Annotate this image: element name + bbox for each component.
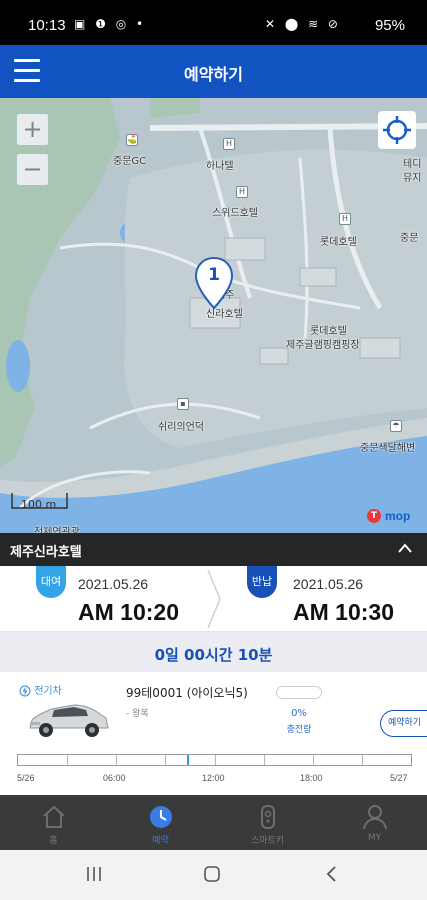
back-icon[interactable] bbox=[322, 864, 342, 884]
duration-bar: 0일 00시간 10분 bbox=[0, 632, 427, 672]
timeline-tick-label: 06:00 bbox=[103, 773, 126, 783]
car-image bbox=[29, 704, 109, 737]
map-label-jungmun: 중문 bbox=[400, 233, 419, 244]
timeline-tick bbox=[264, 755, 265, 765]
beach-poi-icon: ☂ bbox=[390, 420, 402, 432]
notification-icons: ▣ ❶ ◎ • bbox=[74, 17, 147, 31]
timeline-tick bbox=[313, 755, 314, 765]
return-time[interactable]: AM 10:30 bbox=[293, 599, 394, 626]
timeline-tick bbox=[116, 755, 117, 765]
locate-me-button[interactable] bbox=[378, 111, 416, 149]
map-label-tedi-museum: 뮤지 bbox=[403, 173, 422, 184]
map-label-golf: 중문GC bbox=[113, 156, 147, 167]
reserve-button[interactable]: 예약하기 bbox=[380, 710, 427, 737]
reservation-times: 대여 2021.05.26 AM 10:20 반납 2021.05.26 AM … bbox=[0, 566, 427, 632]
hotel-poi-icon: H bbox=[236, 186, 248, 198]
map-label-hanatel: 하나텔 bbox=[206, 161, 234, 172]
nav-reservation[interactable]: 예약 bbox=[107, 795, 214, 850]
lightning-icon bbox=[19, 685, 31, 697]
map-label-lotte-resort: 롯데호텔 bbox=[310, 326, 347, 337]
rental-duration: 0일 00시간 10분 bbox=[154, 646, 273, 664]
status-time: 10:13 bbox=[28, 17, 66, 34]
charge-label: 충전량 bbox=[286, 725, 312, 735]
place-bar[interactable]: 제주신라호텔 bbox=[0, 533, 427, 566]
crosshair-icon bbox=[383, 116, 411, 144]
timeline-tick-label: 18:00 bbox=[300, 773, 323, 783]
timeline-current-marker bbox=[187, 755, 189, 765]
hotel-poi-icon: H bbox=[339, 213, 351, 225]
status-bar: 10:13 ▣ ❶ ◎ • ✕ ⬤ ≋ ⊘ 95% bbox=[0, 0, 427, 45]
rent-badge: 대여 bbox=[36, 566, 66, 598]
rent-date: 2021.05.26 bbox=[78, 576, 149, 592]
landmark-poi-icon: ▪ bbox=[177, 398, 189, 410]
golf-poi-icon: ⛳ bbox=[126, 134, 138, 146]
chevron-right-icon bbox=[207, 569, 221, 629]
time-slot-bar[interactable] bbox=[17, 754, 412, 766]
home-icon bbox=[43, 805, 65, 828]
system-nav-bar bbox=[0, 850, 427, 900]
map-label-swiss: 스위드호텔 bbox=[212, 208, 258, 219]
map-label-glamping: 제주글램핑캠핑장 bbox=[286, 340, 360, 351]
nav-home-label: 홈 bbox=[49, 836, 58, 846]
battery-level: 95% bbox=[374, 17, 405, 34]
map-label-theater: 쉬리의언덕 bbox=[158, 422, 204, 433]
charge-percent: 0% bbox=[291, 708, 307, 719]
home-button-icon[interactable] bbox=[202, 864, 222, 884]
hotel-poi-icon: H bbox=[223, 138, 235, 150]
bottom-nav: 홈 예약 스마트키 MY bbox=[0, 795, 427, 850]
map-label-beach: 중문색달해변 bbox=[360, 443, 416, 454]
system-icons: ✕ ⬤ ≋ ⊘ bbox=[264, 17, 341, 31]
tmap-logo-icon: T bbox=[367, 509, 381, 523]
map-pin-number: 1 bbox=[208, 265, 220, 285]
nav-my[interactable]: MY bbox=[321, 795, 427, 850]
return-badge: 반납 bbox=[247, 566, 277, 598]
zoom-in-button[interactable]: + bbox=[17, 114, 48, 145]
vehicle-location: - 왕복 bbox=[126, 709, 149, 719]
timeline-tick bbox=[362, 755, 363, 765]
nav-smartkey[interactable]: 스마트키 bbox=[214, 795, 321, 850]
timeline-tick bbox=[165, 755, 166, 765]
scale-label: 100 m bbox=[21, 498, 57, 511]
map-brand: mop bbox=[385, 509, 411, 523]
nav-home[interactable]: 홈 bbox=[0, 795, 107, 850]
user-icon bbox=[363, 805, 387, 830]
app-header: 예약하기 bbox=[0, 45, 427, 98]
ev-badge-label: 전기차 bbox=[34, 686, 62, 697]
smartkey-icon bbox=[261, 805, 275, 829]
nav-reservation-label: 예약 bbox=[152, 836, 169, 846]
charge-bar bbox=[276, 686, 322, 699]
nav-my-label: MY bbox=[367, 833, 382, 843]
timeline-tick-label: 12:00 bbox=[202, 773, 225, 783]
vehicle-card[interactable]: 전기차 99테0001 (아이오닉5) - 왕복 0% 충전량 예약하기 5/2… bbox=[0, 672, 427, 795]
map-label-tedi: 테디 bbox=[403, 159, 422, 170]
place-name: 제주신라호텔 bbox=[10, 545, 82, 560]
timeline-tick-label: 5/27 bbox=[390, 773, 408, 783]
zoom-out-button[interactable]: − bbox=[17, 154, 48, 185]
timeline-tick bbox=[215, 755, 216, 765]
map-label-lotte: 롯데호텔 bbox=[320, 237, 357, 248]
timeline-tick bbox=[67, 755, 68, 765]
nav-smartkey-label: 스마트키 bbox=[250, 836, 285, 846]
ev-badge: 전기차 bbox=[19, 682, 62, 697]
chevron-up-icon[interactable] bbox=[397, 542, 413, 554]
map[interactable]: + − ⛳ 중문GC H 하나텔 H 스위드호텔 H 롯데호텔 롯데호텔 제주글… bbox=[0, 98, 427, 534]
timeline-tick-label: 5/26 bbox=[17, 773, 35, 783]
return-date: 2021.05.26 bbox=[293, 576, 364, 592]
page-title: 예약하기 bbox=[184, 65, 243, 84]
recent-apps-icon[interactable] bbox=[84, 864, 104, 884]
rent-time[interactable]: AM 10:20 bbox=[78, 599, 179, 626]
map-pin[interactable]: 1 bbox=[194, 256, 234, 316]
vehicle-plate: 99테0001 (아이오닉5) bbox=[126, 686, 248, 700]
clock-icon bbox=[150, 806, 172, 828]
